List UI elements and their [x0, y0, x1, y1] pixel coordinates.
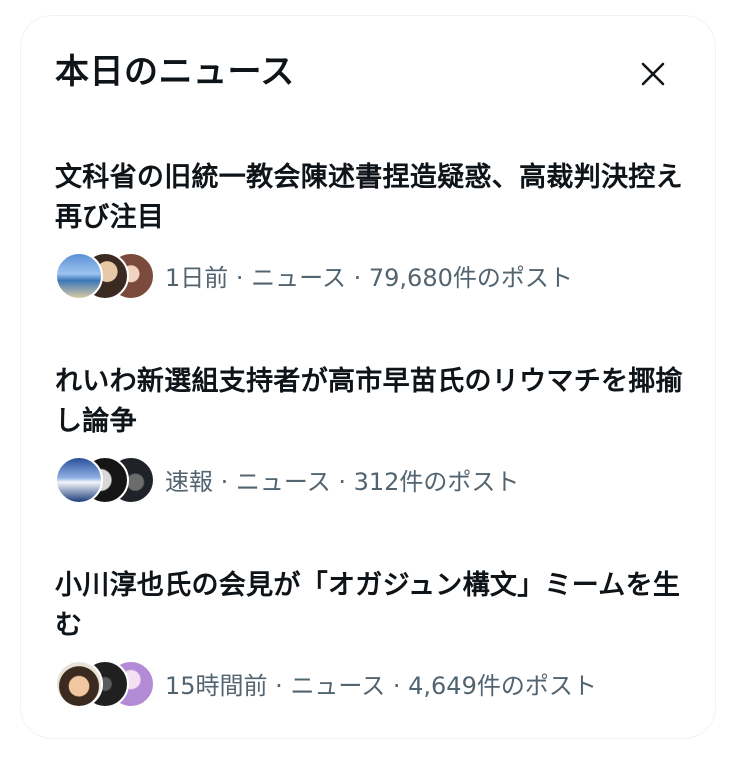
- news-post-count: 312件のポスト: [353, 467, 520, 496]
- avatar-group: [55, 252, 155, 300]
- news-category: ニュース: [251, 263, 346, 292]
- meta-separator: ·: [385, 671, 409, 700]
- news-headline: 文科省の旧統一教会陳述書捏造疑惑、高裁判決控え再び注目: [55, 162, 683, 233]
- news-item[interactable]: 文科省の旧統一教会陳述書捏造疑惑、高裁判決控え再び注目 1日前 · ニュース ·…: [55, 158, 695, 300]
- avatar: [55, 660, 103, 708]
- news-category: ニュース: [290, 671, 386, 700]
- avatar-group: [55, 660, 155, 708]
- news-post-count: 4,649件のポスト: [408, 671, 597, 700]
- avatar: [55, 252, 103, 300]
- news-meta: 速報 · ニュース · 312件のポスト: [55, 456, 695, 504]
- close-icon: [641, 62, 665, 86]
- meta-separator: ·: [213, 467, 236, 496]
- news-headline: れいわ新選組支持者が高市早苗氏のリウマチを揶揄し論争: [55, 366, 683, 437]
- news-post-count: 79,680件のポスト: [368, 263, 573, 292]
- news-item[interactable]: れいわ新選組支持者が高市早苗氏のリウマチを揶揄し論争 速報 · ニュース · 3…: [55, 362, 695, 504]
- todays-news-panel: 本日のニュース 文科省の旧統一教会陳述書捏造疑惑、高裁判決控え再び注目 1日前 …: [20, 15, 716, 739]
- news-category: ニュース: [235, 467, 331, 496]
- news-time: 15時間前: [165, 671, 268, 700]
- meta-separator: ·: [345, 263, 369, 292]
- avatar-group: [55, 456, 155, 504]
- meta-separator: ·: [267, 671, 291, 700]
- meta-separator: ·: [330, 467, 354, 496]
- news-time: 速報: [165, 467, 213, 496]
- close-button[interactable]: [627, 54, 679, 94]
- news-item[interactable]: 小川淳也氏の会見が「オガジュン構文」ミームを生む 15時間前 · ニュース · …: [55, 566, 695, 708]
- news-meta: 15時間前 · ニュース · 4,649件のポスト: [55, 660, 695, 708]
- news-time: 1日前: [165, 263, 229, 292]
- meta-separator: ·: [228, 263, 252, 292]
- panel-title: 本日のニュース: [55, 52, 295, 92]
- news-meta: 1日前 · ニュース · 79,680件のポスト: [55, 252, 695, 300]
- news-headline: 小川淳也氏の会見が「オガジュン構文」ミームを生む: [55, 570, 681, 641]
- avatar: [55, 456, 103, 504]
